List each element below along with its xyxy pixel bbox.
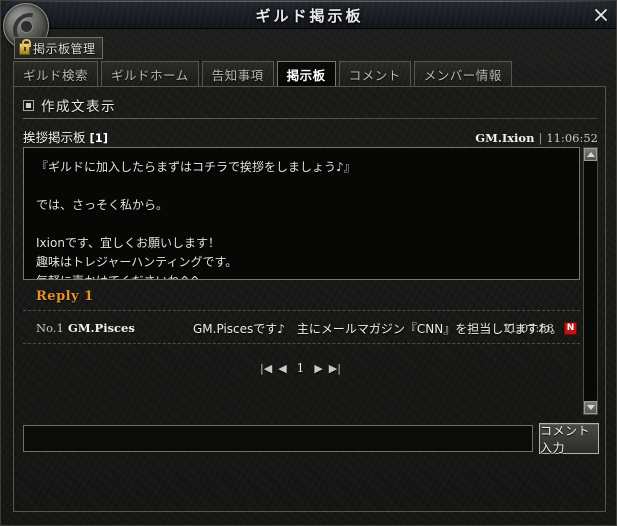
comment-input[interactable]	[23, 425, 533, 452]
pagination-current-page: 1	[296, 361, 305, 375]
tab-board[interactable]: 掲示板	[276, 61, 336, 87]
thread-timestamp: 11:06:52	[546, 131, 598, 145]
thread-meta-separator: |	[538, 131, 543, 145]
table-row[interactable]: No.1 GM.Pisces GM.Piscesです♪ 主にメールマガジン『CN…	[23, 315, 580, 341]
lock-icon	[19, 39, 31, 55]
thread-meta-right: GM.Ixion | 11:06:52	[475, 131, 598, 145]
board-content-panel: 作成文表示 挨拶掲示板 [1] GM.Ixion | 11:06:52 『ギルド…	[13, 86, 606, 512]
comment-author: GM.Pisces	[68, 321, 135, 335]
page-title: 作成文表示	[41, 99, 116, 115]
comment-number: No.1	[36, 321, 64, 335]
comment-timestamp: 11:07:58	[502, 321, 554, 335]
guild-board-window: ギルド掲示板 掲示板管理 ギルド検索 ギルドホーム 告知事項 掲示板 コメント …	[0, 0, 617, 526]
reply-divider-top	[23, 310, 580, 311]
tab-bar: ギルド検索 ギルドホーム 告知事項 掲示板 コメント メンバー情報	[13, 61, 606, 87]
pagination: |◀ ◀ 1 ▶ ▶|	[14, 361, 605, 375]
thread-count-badge: [1]	[89, 131, 109, 145]
section-header: 作成文表示	[23, 95, 116, 115]
reply-divider-bottom	[23, 343, 580, 344]
scroll-down-arrow-icon[interactable]	[584, 401, 597, 414]
thread-title: 挨拶掲示板	[23, 130, 86, 145]
vertical-scrollbar[interactable]	[583, 147, 598, 415]
pagination-prev-button[interactable]: ◀	[278, 362, 286, 375]
window-square-icon	[23, 99, 34, 111]
tab-announcements[interactable]: 告知事項	[201, 61, 274, 87]
new-badge: N	[564, 321, 577, 335]
comment-submit-button[interactable]: コメント入力	[539, 423, 599, 455]
tab-comments[interactable]: コメント	[338, 61, 411, 87]
reply-heading: Reply 1	[36, 289, 94, 304]
window-title: ギルド掲示板	[255, 7, 364, 25]
header-divider	[23, 118, 598, 119]
close-icon[interactable]	[591, 5, 611, 25]
tab-guild-search[interactable]: ギルド検索	[13, 61, 99, 87]
tab-guild-home[interactable]: ギルドホーム	[101, 61, 199, 87]
thread-body-text: 『ギルドに加入したらまずはコチラで挨拶をしましょう♪』 では、さっそく私から。 …	[36, 160, 356, 279]
board-manage-label: 掲示板管理	[33, 41, 96, 56]
thread-author: GM.Ixion	[475, 131, 535, 145]
board-manage-button[interactable]: 掲示板管理	[14, 37, 103, 59]
thread-body-box: 『ギルドに加入したらまずはコチラで挨拶をしましょう♪』 では、さっそく私から。 …	[23, 147, 580, 280]
pagination-next-button[interactable]: ▶	[314, 362, 322, 375]
thread-meta-row: 挨拶掲示板 [1] GM.Ixion | 11:06:52	[23, 127, 598, 145]
title-bar: ギルド掲示板	[1, 1, 616, 29]
scroll-up-arrow-icon[interactable]	[584, 148, 597, 161]
pagination-last-button[interactable]: ▶|	[329, 362, 341, 375]
tab-member-info[interactable]: メンバー情報	[413, 61, 512, 87]
pagination-first-button[interactable]: |◀	[260, 362, 272, 375]
